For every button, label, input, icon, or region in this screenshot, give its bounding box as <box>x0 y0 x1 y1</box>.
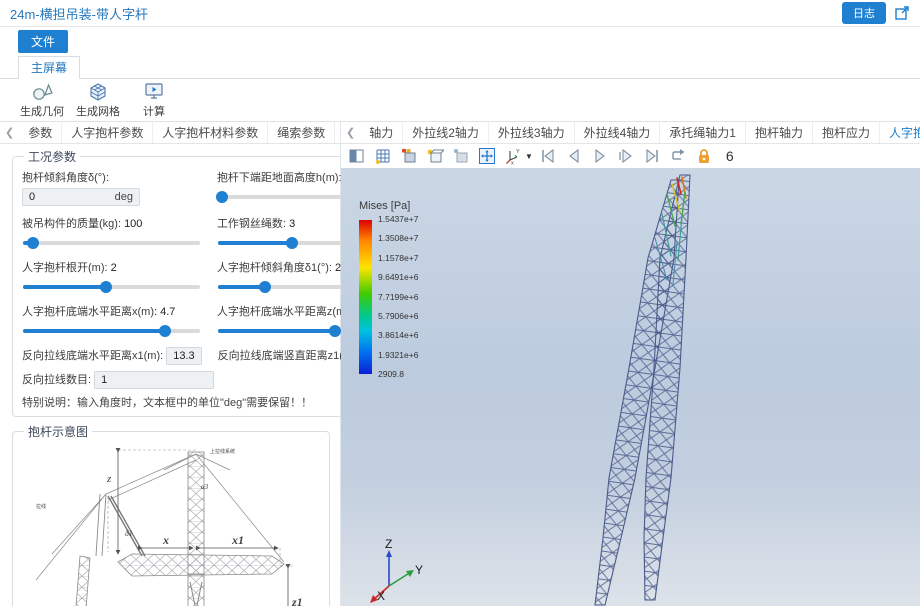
dim-alpha3-label: α3 <box>201 483 209 491</box>
dim-x1-label: x1 <box>231 533 244 547</box>
tab-pole-stress[interactable]: 抱杆应力 <box>813 122 880 143</box>
tab-axial-force[interactable]: 轴力 <box>360 122 403 143</box>
tab-strips: ❮ 参数 人字抱杆参数 人字抱杆材料参数 绳索参数 工况参数 ❯ ❮ 轴力 外拉… <box>0 122 920 144</box>
triad-y-label: Y <box>415 563 423 577</box>
herringbone-spread-slider[interactable] <box>22 280 201 294</box>
tabs-scroll-left-icon[interactable]: ❮ <box>0 122 19 143</box>
reverse-guy-count-field: 反向拉线数目: 1 <box>22 371 396 389</box>
mesh-icon <box>87 80 109 102</box>
reverse-guy-count-input[interactable]: 1 <box>94 371 214 389</box>
result-tabs: ❮ 轴力 外拉线2轴力 外拉线3轴力 外拉线4轴力 承托绳轴力1 抱杆轴力 抱杆… <box>341 122 920 143</box>
pole-tilt-angle-field: 抱杆倾斜角度δ(°): 0 deg <box>22 169 201 206</box>
app-window: 24m-横担吊装-带人字杆 日志 文件 主屏幕 生成几何 生成网格 <box>0 0 920 606</box>
viewport-toolbar: Yx ▼ <box>341 144 920 168</box>
wireframe-lamp-icon[interactable] <box>424 146 445 167</box>
left-guy-label: 拉线 <box>36 503 46 510</box>
pole-tilt-angle-input[interactable]: 0 deg <box>22 188 140 206</box>
lifted-mass-slider[interactable] <box>22 236 201 250</box>
diagram-title: 抱杆示意图 <box>24 423 92 440</box>
tab-outer-line3-axial[interactable]: 外拉线3轴力 <box>489 122 575 143</box>
page-title: 24m-横担吊装-带人字杆 <box>10 4 148 23</box>
log-button[interactable]: 日志 <box>842 2 886 24</box>
result-tabs-scroll-left-icon[interactable]: ❮ <box>341 122 360 143</box>
generate-mesh-button[interactable]: 生成网格 <box>70 80 126 119</box>
generate-geometry-button[interactable]: 生成几何 <box>14 80 70 119</box>
frame-next-button[interactable] <box>616 146 637 167</box>
geometry-icon <box>31 80 53 102</box>
file-menu-button[interactable]: 文件 <box>18 30 68 53</box>
compute-icon <box>143 80 165 102</box>
top-guy-label: 上拉线系统 <box>210 448 235 455</box>
legend-title: Mises [Pa] <box>359 200 418 212</box>
reverse-guy-x1-field: 反向拉线底端水平距离x1(m): 13.3 <box>22 347 202 365</box>
colorbar <box>359 220 372 374</box>
dim-delta1-label: δ1 <box>125 529 133 538</box>
tab-outer-line4-axial[interactable]: 外拉线4轴力 <box>575 122 661 143</box>
tab-pole-axial[interactable]: 抱杆轴力 <box>746 122 813 143</box>
ribbon-tab-row: 主屏幕 <box>0 53 920 78</box>
orientation-dropdown-icon[interactable]: ▼ <box>525 152 533 161</box>
herringbone-bottom-x-field: 人字抱杆底端水平距离x(m): 4.7 <box>22 303 201 338</box>
colorbar-legend: Mises [Pa] 1.5437e+7 1.3508e+7 1.1578e+7… <box>359 200 418 379</box>
herringbone-spread-field: 人字抱杆根开(m): 2 <box>22 259 201 294</box>
dim-z-label: z <box>106 473 112 485</box>
shaded-view-icon[interactable] <box>450 146 471 167</box>
frame-last-button[interactable] <box>642 146 663 167</box>
colorbar-values: 1.5437e+7 1.3508e+7 1.1578e+7 9.6491e+6 … <box>378 215 418 379</box>
pole-schematic-drawing: z x x1 z1 δ1 α3 上拉线系统 拉线 <box>22 444 318 606</box>
parameters-panel: 工况参数 抱杆倾斜角度δ(°): 0 deg 抱杆下端距地面高度h(m): 0 <box>0 144 341 606</box>
deg-note: 特别说明：输入角度时，文本框中的单位"deg"需要保留！！ <box>22 394 396 410</box>
compute-button[interactable]: 计算 <box>126 80 182 119</box>
frame-first-button[interactable] <box>538 146 559 167</box>
tab-pole-parameters[interactable]: 人字抱杆参数 <box>62 122 153 143</box>
tab-rope-parameters[interactable]: 绳索参数 <box>268 122 335 143</box>
section-view-icon[interactable] <box>346 146 367 167</box>
parameter-tabs: ❮ 参数 人字抱杆参数 人字抱杆材料参数 绳索参数 工况参数 ❯ <box>0 122 341 143</box>
lock-icon[interactable] <box>694 146 715 167</box>
herringbone-bottom-x-slider[interactable] <box>22 324 201 338</box>
tab-herringbone-pole-stress1[interactable]: 人字抱杆应力1 <box>880 122 920 143</box>
tab-support-rope-axial1[interactable]: 承托绳轴力1 <box>660 122 746 143</box>
external-link-icon[interactable] <box>894 5 910 21</box>
reverse-guy-x1-input[interactable]: 13.3 <box>166 347 201 365</box>
stress-model <box>341 168 920 606</box>
view-orientation-icon[interactable]: Yx <box>502 146 523 167</box>
file-menu-row: 文件 <box>0 27 920 53</box>
tab-home-screen[interactable]: 主屏幕 <box>18 56 80 79</box>
main-area: 工况参数 抱杆倾斜角度δ(°): 0 deg 抱杆下端距地面高度h(m): 0 <box>0 144 920 606</box>
dim-z1-label: z1 <box>291 595 303 606</box>
dim-x-label: x <box>162 533 169 547</box>
frame-play-button[interactable] <box>590 146 611 167</box>
title-bar: 24m-横担吊装-带人字杆 日志 <box>0 0 920 27</box>
tab-pole-material-parameters[interactable]: 人字抱杆材料参数 <box>153 122 268 143</box>
triad-x-label: X <box>377 589 385 603</box>
frame-prev-button[interactable] <box>564 146 585 167</box>
triad-z-label: Z <box>385 538 392 551</box>
frame-number: 6 <box>726 148 734 164</box>
svg-text:x: x <box>511 161 514 166</box>
mesh-display-icon[interactable] <box>372 146 393 167</box>
colored-mesh-icon[interactable] <box>398 146 419 167</box>
pole-diagram-group: 抱杆示意图 <box>12 423 330 606</box>
ribbon-toolbar: 生成几何 生成网格 计算 <box>0 78 920 122</box>
tab-outer-line2-axial[interactable]: 外拉线2轴力 <box>403 122 489 143</box>
result-viewport: Yx ▼ <box>341 144 920 606</box>
tab-parameters[interactable]: 参数 <box>19 122 62 143</box>
fit-view-icon[interactable] <box>476 146 497 167</box>
lifted-mass-field: 被吊构件的质量(kg): 100 <box>22 215 201 250</box>
group-title: 工况参数 <box>24 148 80 165</box>
axis-triad: Z Y X <box>355 538 427 604</box>
render-canvas[interactable]: Mises [Pa] 1.5437e+7 1.3508e+7 1.1578e+7… <box>341 168 920 606</box>
replay-button[interactable] <box>668 146 689 167</box>
svg-text:Y: Y <box>516 149 520 155</box>
